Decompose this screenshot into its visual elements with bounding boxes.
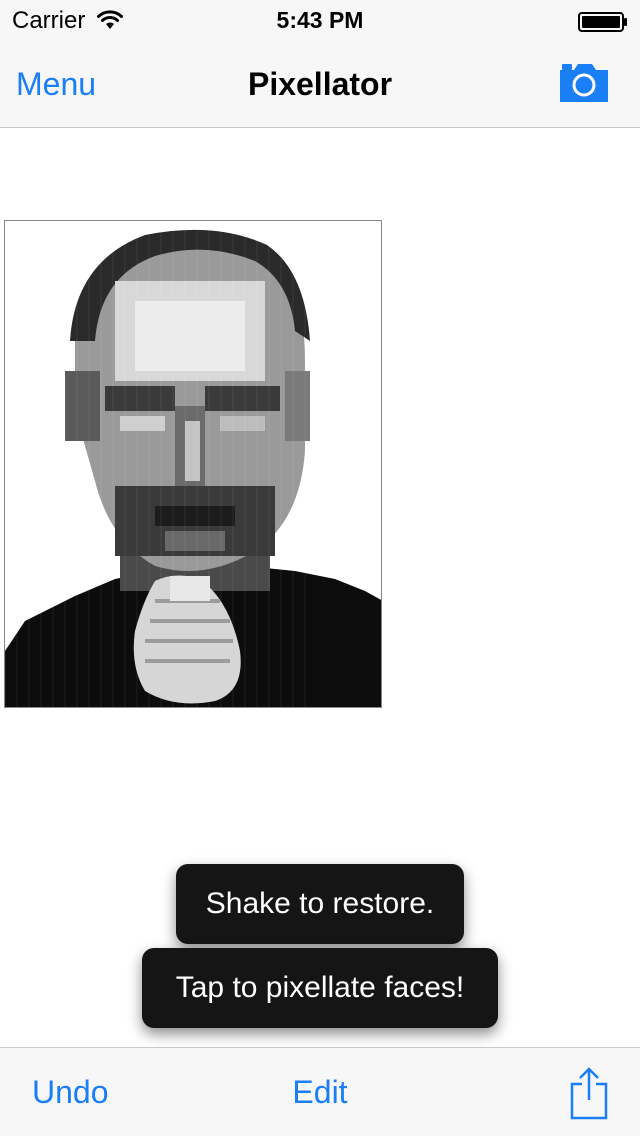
tap-to-pixellate-toast: Tap to pixellate faces!	[142, 948, 498, 1028]
share-icon[interactable]	[568, 1066, 610, 1120]
status-bar: Carrier 5:43 PM	[0, 0, 640, 40]
page-title: Pixellator	[247, 66, 393, 102]
bottom-toolbar: Undo Edit	[0, 1047, 640, 1136]
navigation-bar: Menu Pixellator	[0, 40, 640, 128]
shake-to-restore-toast: Shake to restore.	[176, 864, 464, 944]
battery-full-icon	[578, 11, 628, 39]
pixellated-portrait-image[interactable]	[4, 220, 382, 708]
status-time: 5:43 PM	[276, 7, 364, 33]
edit-button[interactable]: Edit	[0, 1074, 640, 1111]
app-screen: Carrier 5:43 PM Menu Pixellator Shake to…	[0, 0, 640, 1136]
camera-icon[interactable]	[558, 60, 610, 104]
